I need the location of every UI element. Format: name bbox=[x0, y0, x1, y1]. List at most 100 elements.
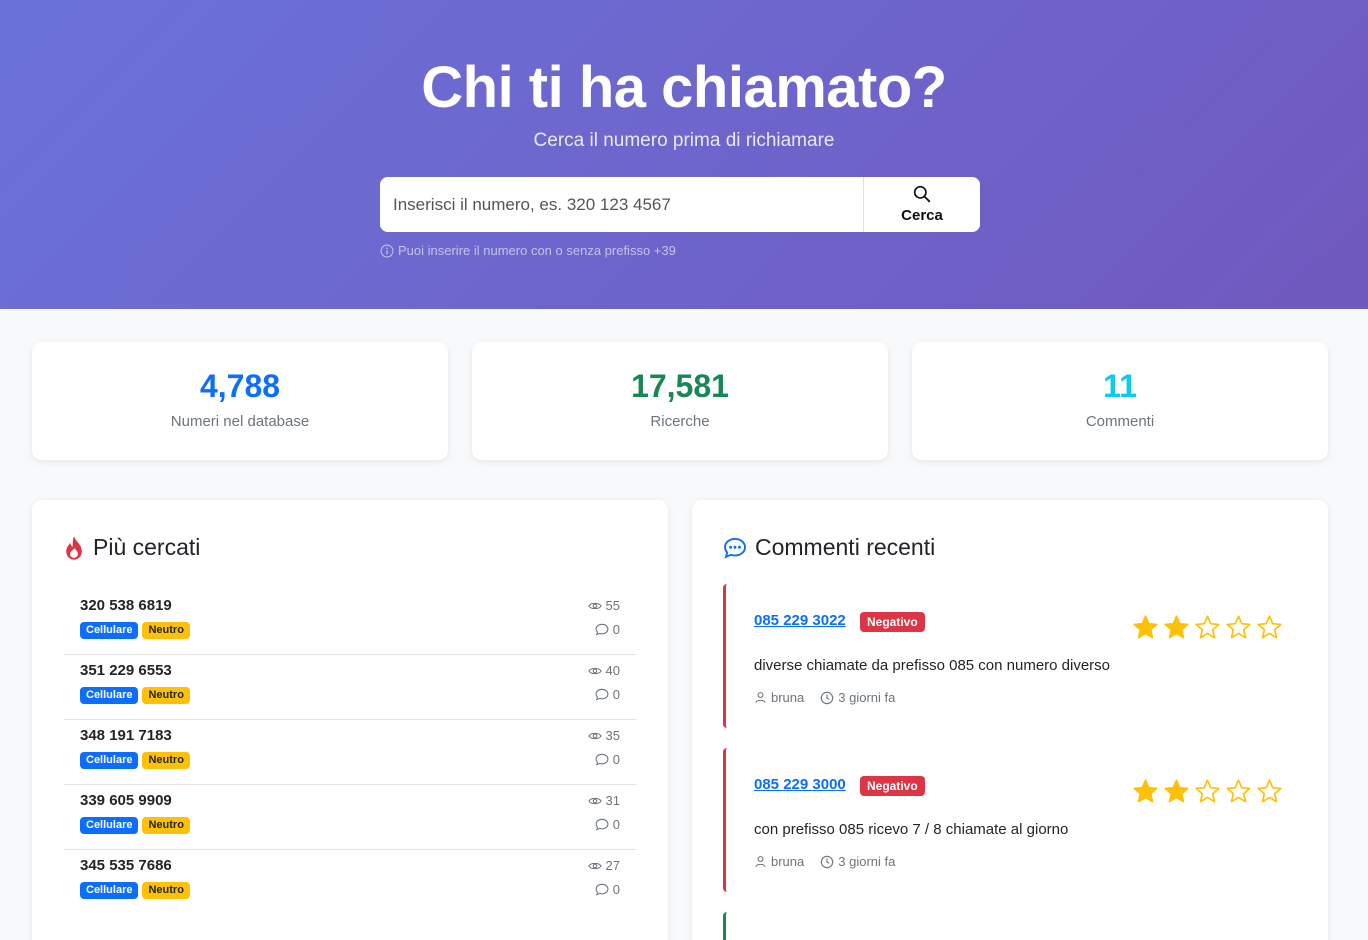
rating-badge: Neutro bbox=[142, 882, 190, 899]
type-badge: Cellulare bbox=[80, 752, 139, 769]
rating-badge: Neutro bbox=[142, 687, 190, 704]
comment-time: 3 giorni fa bbox=[838, 854, 896, 869]
comments-count: 0 bbox=[595, 817, 620, 832]
star-empty-icon bbox=[1226, 779, 1251, 803]
type-badge: Cellulare bbox=[80, 687, 139, 704]
star-empty-icon bbox=[1257, 615, 1282, 639]
rating-badge: Neutro bbox=[142, 622, 190, 639]
chat-icon bbox=[595, 818, 609, 831]
views-value: 35 bbox=[605, 728, 620, 743]
recent-panel-title: Commenti recenti bbox=[723, 534, 935, 561]
type-badge: Cellulare bbox=[80, 622, 139, 639]
comment-user: bruna bbox=[771, 690, 805, 705]
comments-value: 0 bbox=[612, 622, 620, 637]
search-hint-text: Puoi inserire il numero con o senza pref… bbox=[398, 243, 676, 258]
clock-icon bbox=[820, 855, 834, 868]
sentiment-badge: Negativo bbox=[860, 612, 925, 632]
star-filled-icon bbox=[1133, 779, 1158, 803]
star-empty-icon bbox=[1195, 615, 1220, 639]
comment-number-link[interactable]: 085 229 3022 bbox=[754, 612, 846, 629]
chat-icon bbox=[595, 753, 609, 766]
comment-time: 3 giorni fa bbox=[838, 690, 896, 705]
recent-comments-panel: Commenti recenti 085 229 3022 Negativo d… bbox=[692, 500, 1328, 940]
phone-number: 320 538 6819 bbox=[80, 597, 172, 614]
phone-number: 345 535 7686 bbox=[80, 857, 172, 874]
popular-panel-title: Più cercati bbox=[63, 534, 200, 561]
stat-card-searches: 17,581 Ricerche bbox=[472, 342, 888, 460]
chat-icon bbox=[595, 623, 609, 636]
stat-value: 17,581 bbox=[631, 368, 729, 404]
views-count: 31 bbox=[587, 793, 620, 808]
star-rating bbox=[1132, 614, 1283, 641]
phone-number: 339 605 9909 bbox=[80, 792, 172, 809]
sentiment-badge: Negativo bbox=[860, 776, 925, 796]
chat-icon bbox=[595, 688, 609, 701]
type-badge: Cellulare bbox=[80, 817, 139, 834]
star-filled-icon bbox=[1164, 615, 1189, 639]
list-item[interactable]: 339 605 9909 Cellulare Neutro 31 0 bbox=[64, 785, 636, 850]
clock-icon bbox=[820, 691, 834, 704]
comments-value: 0 bbox=[612, 882, 620, 897]
star-rating bbox=[1132, 778, 1283, 805]
chat-icon bbox=[595, 883, 609, 896]
list-item[interactable]: 320 538 6819 Cellulare Neutro 55 0 bbox=[64, 590, 636, 655]
rating-badge: Neutro bbox=[142, 752, 190, 769]
popular-panel: Più cercati 320 538 6819 Cellulare Neutro… bbox=[32, 500, 668, 940]
search-button[interactable]: Cerca bbox=[864, 177, 980, 232]
comments-count: 0 bbox=[595, 752, 620, 767]
comment-text: diverse chiamate da prefisso 085 con num… bbox=[754, 657, 1111, 674]
stat-label: Commenti bbox=[1085, 413, 1155, 430]
comments-value: 0 bbox=[612, 752, 620, 767]
list-item[interactable]: 345 535 7686 Cellulare Neutro 27 0 bbox=[64, 850, 636, 915]
stat-card-numbers: 4,788 Numeri nel database bbox=[32, 342, 448, 460]
phone-number: 348 191 7183 bbox=[80, 727, 172, 744]
views-value: 40 bbox=[605, 663, 620, 678]
comment-card: 085 229 3000 Negativo con prefisso 085 r… bbox=[723, 748, 1283, 892]
eye-icon bbox=[587, 732, 602, 739]
comments-count: 0 bbox=[595, 882, 620, 897]
recent-panel-title-text: Commenti recenti bbox=[755, 534, 936, 560]
page-subtitle: Cerca il numero prima di richiamare bbox=[533, 130, 835, 151]
info-icon bbox=[380, 244, 394, 257]
stat-card-comments: 11 Commenti bbox=[912, 342, 1328, 460]
search-button-label: Cerca bbox=[901, 207, 943, 224]
person-icon bbox=[755, 692, 766, 703]
stat-value: 4,788 bbox=[199, 368, 281, 404]
list-item[interactable]: 351 229 6553 Cellulare Neutro 40 0 bbox=[64, 655, 636, 720]
eye-icon bbox=[587, 667, 602, 674]
page-title: Chi ti ha chiamato? bbox=[421, 55, 947, 120]
stat-value: 11 bbox=[1103, 368, 1137, 404]
search-form: Cerca bbox=[380, 177, 980, 232]
stat-label: Numeri nel database bbox=[170, 413, 310, 430]
star-empty-icon bbox=[1257, 779, 1282, 803]
comments-count: 0 bbox=[595, 622, 620, 637]
star-empty-icon bbox=[1195, 779, 1220, 803]
comment-meta: bruna 3 giorni fa bbox=[754, 854, 895, 869]
hero-banner: Chi ti ha chiamato? Cerca il numero prim… bbox=[0, 0, 1368, 309]
rating-badge: Neutro bbox=[142, 817, 190, 834]
views-count: 55 bbox=[587, 598, 620, 613]
comment-card: 085 229 3022 Negativo diverse chiamate d… bbox=[723, 584, 1283, 728]
views-count: 40 bbox=[587, 663, 620, 678]
comment-user: bruna bbox=[771, 854, 805, 869]
eye-icon bbox=[587, 797, 602, 804]
fire-icon bbox=[66, 535, 82, 560]
type-badge: Cellulare bbox=[80, 882, 139, 899]
eye-icon bbox=[587, 862, 602, 869]
views-value: 27 bbox=[605, 858, 620, 873]
stat-label: Ricerche bbox=[650, 413, 710, 430]
phone-number: 351 229 6553 bbox=[80, 662, 172, 679]
views-count: 27 bbox=[587, 858, 620, 873]
comment-meta: bruna 3 giorni fa bbox=[754, 690, 895, 705]
search-icon bbox=[913, 185, 931, 203]
comments-value: 0 bbox=[612, 817, 620, 832]
person-icon bbox=[755, 856, 766, 867]
search-input[interactable] bbox=[380, 177, 864, 232]
star-filled-icon bbox=[1133, 615, 1158, 639]
search-hint: Puoi inserire il numero con o senza pref… bbox=[380, 243, 676, 258]
comment-number-link[interactable]: 085 229 3000 bbox=[754, 776, 846, 793]
comment-card-partial bbox=[723, 912, 1283, 940]
list-item[interactable]: 348 191 7183 Cellulare Neutro 35 0 bbox=[64, 720, 636, 785]
comments-count: 0 bbox=[595, 687, 620, 702]
views-value: 31 bbox=[605, 793, 620, 808]
